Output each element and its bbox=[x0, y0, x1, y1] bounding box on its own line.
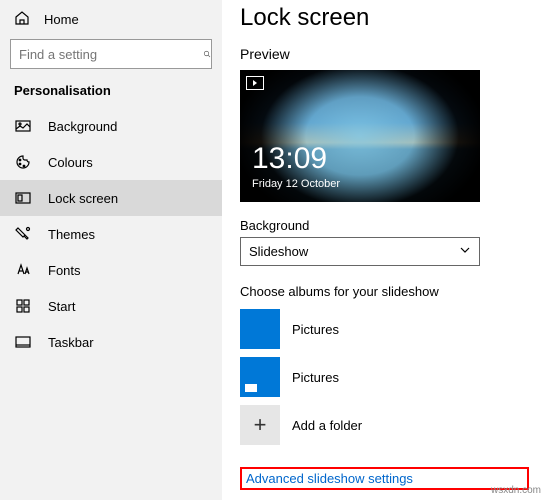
main-content: Lock screen Preview 13:09 Friday 12 Octo… bbox=[222, 0, 547, 500]
background-label: Background bbox=[240, 218, 529, 233]
nav-label: Fonts bbox=[48, 263, 81, 278]
nav-label: Background bbox=[48, 119, 117, 134]
search-field[interactable] bbox=[11, 47, 203, 62]
lock-screen-preview: 13:09 Friday 12 October bbox=[240, 70, 480, 202]
nav-label: Colours bbox=[48, 155, 93, 170]
slideshow-icon bbox=[246, 76, 264, 90]
advanced-link-highlight: Advanced slideshow settings bbox=[240, 467, 529, 490]
sidebar-item-fonts[interactable]: Fonts bbox=[0, 252, 222, 288]
sidebar-item-lock-screen[interactable]: Lock screen bbox=[0, 180, 222, 216]
sidebar-item-background[interactable]: Background bbox=[0, 108, 222, 144]
add-folder-button[interactable]: + Add a folder bbox=[240, 405, 529, 445]
background-dropdown[interactable]: Slideshow bbox=[240, 237, 480, 266]
add-folder-label: Add a folder bbox=[292, 418, 362, 433]
start-icon bbox=[14, 298, 32, 314]
nav-label: Start bbox=[48, 299, 75, 314]
album-label: Pictures bbox=[292, 322, 339, 337]
album-item[interactable]: Pictures bbox=[240, 357, 529, 397]
sidebar-item-colours[interactable]: Colours bbox=[0, 144, 222, 180]
home-icon bbox=[14, 10, 30, 29]
sidebar-item-start[interactable]: Start bbox=[0, 288, 222, 324]
plus-icon: + bbox=[240, 405, 280, 445]
themes-icon bbox=[14, 226, 32, 242]
preview-date: Friday 12 October bbox=[252, 178, 340, 190]
nav-label: Themes bbox=[48, 227, 95, 242]
sidebar: Home Personalisation Background Colours … bbox=[0, 0, 222, 500]
sidebar-item-taskbar[interactable]: Taskbar bbox=[0, 324, 222, 360]
nav-label: Lock screen bbox=[48, 191, 118, 206]
search-icon bbox=[203, 50, 211, 58]
search-input[interactable] bbox=[10, 39, 212, 69]
home-label: Home bbox=[44, 12, 79, 27]
pictures-tile-icon bbox=[240, 309, 280, 349]
preview-label: Preview bbox=[240, 46, 529, 62]
albums-label: Choose albums for your slideshow bbox=[240, 284, 529, 299]
section-title: Personalisation bbox=[0, 83, 222, 108]
picture-icon bbox=[14, 118, 32, 134]
nav-label: Taskbar bbox=[48, 335, 94, 350]
album-label: Pictures bbox=[292, 370, 339, 385]
nav-list: Background Colours Lock screen Themes Fo… bbox=[0, 108, 222, 360]
lock-screen-icon bbox=[14, 190, 32, 206]
page-title: Lock screen bbox=[240, 4, 529, 32]
palette-icon bbox=[14, 154, 32, 170]
watermark: wsxdn.com bbox=[491, 485, 541, 496]
dropdown-value: Slideshow bbox=[249, 244, 308, 259]
album-item[interactable]: Pictures bbox=[240, 309, 529, 349]
chevron-down-icon bbox=[459, 244, 471, 259]
pictures-folder-tile-icon bbox=[240, 357, 280, 397]
fonts-icon bbox=[14, 262, 32, 278]
preview-time: 13:09 bbox=[252, 142, 327, 176]
sidebar-item-themes[interactable]: Themes bbox=[0, 216, 222, 252]
taskbar-icon bbox=[14, 334, 32, 350]
home-button[interactable]: Home bbox=[0, 6, 222, 39]
advanced-slideshow-link[interactable]: Advanced slideshow settings bbox=[246, 471, 413, 486]
